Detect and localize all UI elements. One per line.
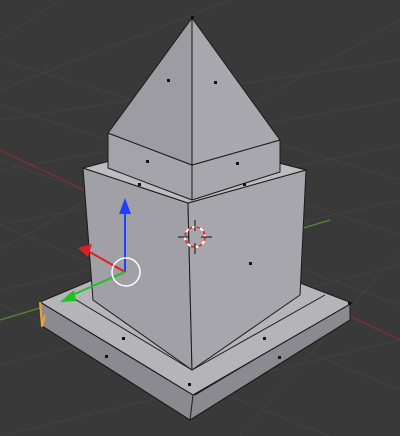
- viewport-canvas[interactable]: [0, 0, 400, 436]
- 3d-viewport[interactable]: [0, 0, 400, 436]
